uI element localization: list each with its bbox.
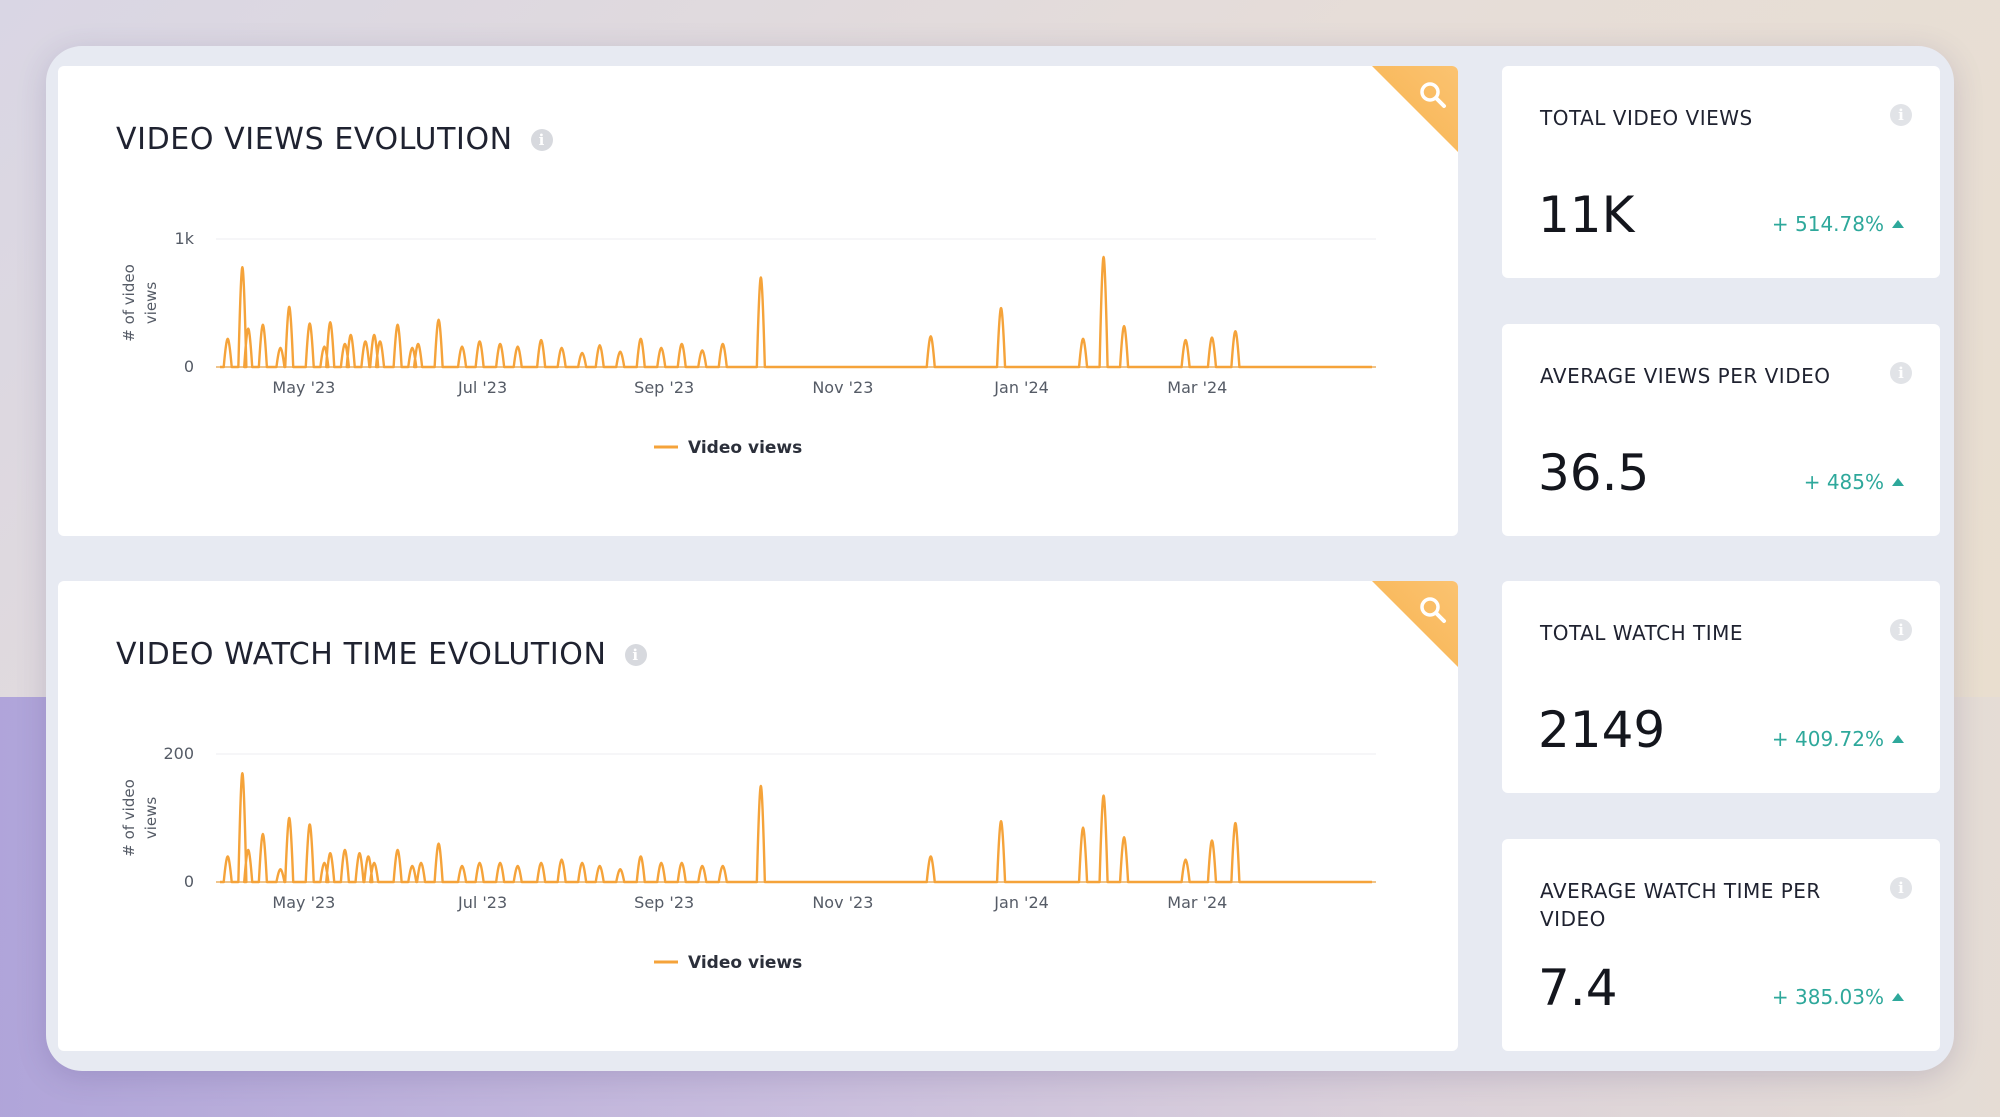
info-icon[interactable]: i <box>1890 362 1912 384</box>
video-watch-time-evolution-panel: VIDEO WATCH TIME EVOLUTION i 200 0 # of vi… <box>58 581 1458 1051</box>
kpi-change: + 485% <box>1804 470 1904 494</box>
series-line <box>220 772 1372 884</box>
arrow-up-icon <box>1892 735 1904 743</box>
kpi-title: AVERAGE VIEWS PER VIDEO <box>1540 364 1831 388</box>
dashboard-frame: VIDEO VIEWS EVOLUTION i 1k 0 # of video vie… <box>46 46 1954 1071</box>
kpi-change: + 514.78% <box>1772 212 1904 236</box>
y-tick-label: 1k <box>175 229 195 248</box>
y-tick-label: 0 <box>184 357 194 376</box>
kpi-value: 7.4 <box>1538 959 1618 1017</box>
info-icon[interactable]: i <box>1890 104 1912 126</box>
legend-label: Video views <box>688 438 802 458</box>
arrow-up-icon <box>1892 993 1904 1001</box>
video-watch-time-chart: 200 0 # of video views May '23 Jul '23 Sep '23… <box>120 744 1376 973</box>
y-tick-label: 200 <box>163 744 194 763</box>
info-icon[interactable]: i <box>1890 619 1912 641</box>
arrow-up-icon <box>1892 220 1904 228</box>
arrow-up-icon <box>1892 478 1904 486</box>
legend-label: Video views <box>688 953 802 973</box>
kpi-change-text: + 409.72% <box>1771 727 1884 751</box>
x-tick-label: Mar '24 <box>1167 378 1227 397</box>
x-tick-label: Nov '23 <box>812 378 873 397</box>
y-tick-label: 0 <box>184 872 194 891</box>
x-tick-label: Nov '23 <box>812 893 873 912</box>
kpi-card-average-views-per-video: AVERAGE VIEWS PER VIDEO i 36.5 + 485% <box>1502 324 1940 536</box>
y-axis-label: # of video views <box>120 779 160 857</box>
series-line <box>220 255 1372 369</box>
x-tick-label: May '23 <box>272 378 335 397</box>
info-icon[interactable]: i <box>1890 877 1912 899</box>
legend-item[interactable]: Video views <box>654 953 802 973</box>
legend-item[interactable]: Video views <box>654 438 802 458</box>
kpi-value: 36.5 <box>1538 444 1650 502</box>
kpi-title: TOTAL VIDEO VIEWS <box>1540 106 1753 130</box>
kpi-value: 2149 <box>1538 701 1666 759</box>
kpi-change: + 385.03% <box>1772 985 1904 1009</box>
kpi-card-average-watch-time-per-video: AVERAGE WATCH TIME PER VIDEO i 7.4 + 385… <box>1502 839 1940 1051</box>
kpi-change-text: + 385.03% <box>1771 985 1884 1009</box>
kpi-title: AVERAGE WATCH TIME PER VIDEO <box>1540 879 1821 931</box>
x-tick-label: Jan '24 <box>993 378 1049 397</box>
kpi-card-total-video-views: TOTAL VIDEO VIEWS i 11K + 514.78% <box>1502 66 1940 278</box>
x-tick-label: May '23 <box>272 893 335 912</box>
kpi-change-text: + 485% <box>1803 470 1884 494</box>
x-tick-label: Jan '24 <box>993 893 1049 912</box>
kpi-value: 11K <box>1538 186 1635 244</box>
x-tick-label: Sep '23 <box>634 893 694 912</box>
kpi-change: + 409.72% <box>1772 727 1904 751</box>
x-tick-label: Sep '23 <box>634 378 694 397</box>
kpi-card-total-watch-time: TOTAL WATCH TIME i 2149 + 409.72% <box>1502 581 1940 793</box>
video-views-evolution-panel: VIDEO VIEWS EVOLUTION i 1k 0 # of video vie… <box>58 66 1458 536</box>
x-tick-label: Jul '23 <box>457 893 507 912</box>
x-tick-label: Mar '24 <box>1167 893 1227 912</box>
kpi-title: TOTAL WATCH TIME <box>1540 621 1744 645</box>
video-views-chart: 1k 0 # of video views May '23 Jul '23 Sep '23 N… <box>120 229 1376 458</box>
y-axis-label: # of video views <box>120 264 160 342</box>
x-tick-label: Jul '23 <box>457 378 507 397</box>
kpi-change-text: + 514.78% <box>1771 212 1884 236</box>
